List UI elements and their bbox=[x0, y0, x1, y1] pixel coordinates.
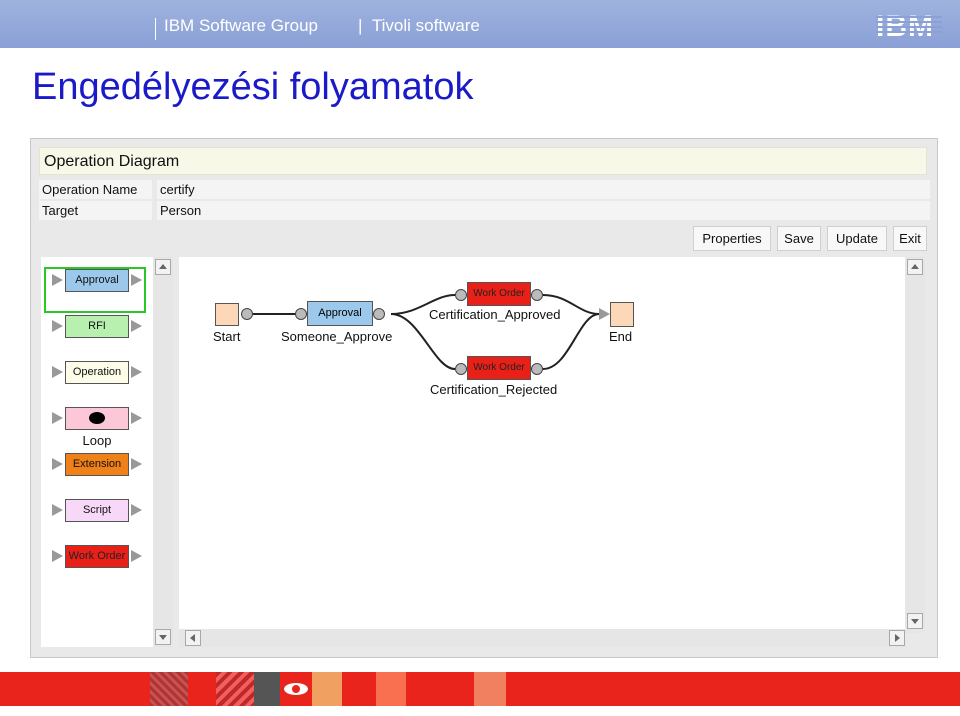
footer-image-strip bbox=[474, 672, 506, 706]
approval-label: Someone_Approve bbox=[281, 329, 393, 344]
output-port-icon bbox=[531, 289, 543, 301]
header-product: | Tivoli software bbox=[358, 16, 480, 36]
operation-name-label: Operation Name bbox=[39, 180, 152, 199]
page-title: Engedélyezési folyamatok bbox=[32, 66, 474, 108]
ibm-logo-icon: IBM bbox=[876, 10, 942, 43]
output-port-icon bbox=[131, 458, 142, 470]
arrow-down-icon bbox=[911, 619, 919, 624]
ibm-logo: IBM bbox=[876, 10, 942, 43]
rejected-work-order-node[interactable]: Work Order bbox=[467, 356, 531, 380]
palette-item-approval[interactable]: Approval bbox=[65, 269, 129, 292]
approved-work-order-node[interactable]: Work Order bbox=[467, 282, 531, 306]
properties-button[interactable]: Properties bbox=[693, 226, 771, 251]
output-port-icon bbox=[241, 308, 253, 320]
input-port-icon bbox=[52, 320, 63, 332]
output-port-icon bbox=[131, 550, 142, 562]
end-node[interactable] bbox=[610, 302, 634, 327]
input-port-icon bbox=[52, 366, 63, 378]
input-port-icon bbox=[52, 504, 63, 516]
output-port-icon bbox=[373, 308, 385, 320]
arrow-down-icon bbox=[159, 635, 167, 640]
palette-item-rfi[interactable]: RFI bbox=[65, 315, 129, 338]
approved-label: Certification_Approved bbox=[429, 307, 561, 322]
start-label: Start bbox=[213, 329, 241, 344]
input-port-icon bbox=[52, 550, 63, 562]
scroll-up-button[interactable] bbox=[907, 259, 923, 275]
output-port-icon bbox=[531, 363, 543, 375]
end-label: End bbox=[609, 329, 633, 344]
input-port-icon bbox=[52, 412, 63, 424]
input-port-icon bbox=[455, 289, 467, 301]
header-product-label: Tivoli software bbox=[371, 16, 480, 35]
output-port-icon bbox=[131, 504, 142, 516]
ibm-logo-text: IBM bbox=[876, 11, 934, 39]
input-port-icon bbox=[52, 274, 63, 286]
palette-item-loop-box[interactable] bbox=[65, 407, 129, 430]
scroll-right-button[interactable] bbox=[889, 630, 905, 646]
target-row: Target Person bbox=[39, 201, 930, 220]
save-button[interactable]: Save bbox=[777, 226, 821, 251]
operation-diagram-window: Operation Diagram Operation Name certify… bbox=[30, 138, 938, 658]
footer-image-strip bbox=[254, 672, 280, 706]
canvas-horizontal-scrollbar[interactable] bbox=[179, 629, 905, 647]
footer-image-strip bbox=[150, 672, 188, 706]
footer-image-strip bbox=[312, 672, 342, 706]
start-node[interactable] bbox=[215, 303, 239, 326]
palette-scrollbar[interactable] bbox=[153, 257, 173, 647]
input-port-icon bbox=[295, 308, 307, 320]
footer-band bbox=[0, 672, 960, 706]
input-port-icon bbox=[599, 308, 610, 320]
target-value[interactable]: Person bbox=[157, 201, 930, 220]
update-button[interactable]: Update bbox=[827, 226, 887, 251]
diagram-canvas[interactable]: Start Approval Someone_Approve Work Orde… bbox=[179, 257, 905, 633]
scroll-down-button[interactable] bbox=[907, 613, 923, 629]
output-port-icon bbox=[131, 274, 142, 286]
palette-item-script[interactable]: Script bbox=[65, 499, 129, 522]
input-port-icon bbox=[455, 363, 467, 375]
black-dot-icon bbox=[89, 412, 105, 425]
header-divider: | bbox=[358, 16, 363, 35]
arrow-left-icon bbox=[190, 634, 195, 642]
output-port-icon bbox=[131, 320, 142, 332]
operation-name-row: Operation Name certify bbox=[39, 180, 930, 199]
footer-eye-segment bbox=[280, 672, 312, 706]
output-port-icon bbox=[131, 412, 142, 424]
scroll-left-button[interactable] bbox=[185, 630, 201, 646]
output-port-icon bbox=[131, 366, 142, 378]
footer-image-strip bbox=[216, 672, 254, 706]
header-bar: IBM Software Group | Tivoli software IBM bbox=[0, 0, 960, 48]
header-group: IBM Software Group bbox=[164, 16, 319, 35]
input-port-icon bbox=[52, 458, 63, 470]
palette-item-loop-label: Loop bbox=[82, 433, 112, 448]
scroll-up-button[interactable] bbox=[155, 259, 171, 275]
rejected-label: Certification_Rejected bbox=[430, 382, 558, 397]
arrow-up-icon bbox=[159, 264, 167, 269]
palette-item-operation[interactable]: Operation bbox=[65, 361, 129, 384]
target-label: Target bbox=[39, 201, 152, 220]
palette-item-extension[interactable]: Extension bbox=[65, 453, 129, 476]
arrow-right-icon bbox=[895, 634, 900, 642]
header-divider-left bbox=[155, 18, 156, 40]
arrow-up-icon bbox=[911, 264, 919, 269]
approval-node[interactable]: Approval bbox=[307, 301, 373, 326]
eye-icon bbox=[284, 683, 308, 695]
canvas-vertical-scrollbar[interactable] bbox=[905, 257, 925, 633]
app-title: Operation Diagram bbox=[39, 147, 927, 175]
scroll-down-button[interactable] bbox=[155, 629, 171, 645]
palette-item-work-order[interactable]: Work Order bbox=[65, 545, 129, 568]
footer-image-strip bbox=[376, 672, 406, 706]
operation-name-value[interactable]: certify bbox=[157, 180, 930, 199]
exit-button[interactable]: Exit bbox=[893, 226, 927, 251]
